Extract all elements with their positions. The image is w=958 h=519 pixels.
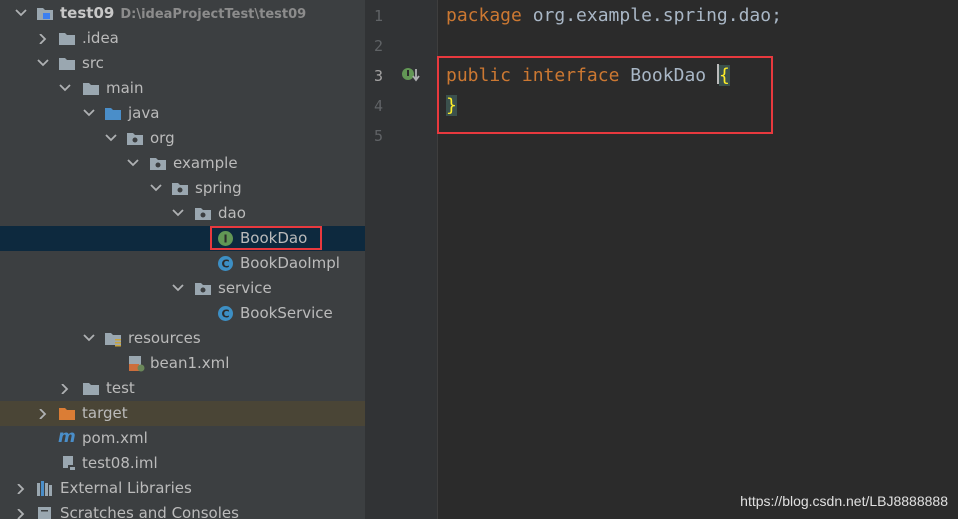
class-icon: C (217, 255, 235, 272)
folder-icon (58, 55, 76, 72)
tree-row-dao[interactable]: dao (0, 201, 365, 226)
tree-row-bookservice[interactable]: C BookService (0, 301, 365, 326)
package-icon (194, 280, 212, 297)
tree-row-test[interactable]: test (0, 376, 365, 401)
tree-label: BookDaoImpl (240, 254, 340, 272)
chevron-down-icon[interactable] (36, 51, 50, 76)
tree-label: .idea (82, 29, 119, 47)
tree-label: java (128, 104, 160, 122)
tree-label: service (218, 279, 272, 297)
chevron-down-icon[interactable] (104, 126, 118, 151)
chevron-down-icon[interactable] (58, 76, 72, 101)
tree-row-test09[interactable]: test09 D:\ideaProjectTest\test09 (0, 1, 365, 26)
folder-icon (82, 80, 100, 97)
libraries-icon (36, 480, 54, 497)
code-text: org.example.spring.dao; (521, 5, 782, 26)
watermark: https://blog.csdn.net/LBJ8888888 (740, 493, 948, 509)
package-icon (171, 180, 189, 197)
class-icon: C (217, 305, 235, 322)
chevron-down-icon[interactable] (82, 101, 96, 126)
tree-row-test08-iml[interactable]: test08.iml (0, 451, 365, 476)
tree-label: bean1.xml (150, 354, 230, 372)
tree-label: resources (128, 329, 201, 347)
chevron-right-icon[interactable] (36, 26, 50, 51)
tree-row-bean1-xml[interactable]: bean1.xml (0, 351, 365, 376)
tree-label: Scratches and Consoles (60, 504, 239, 519)
line-number: 2 (373, 37, 383, 55)
chevron-right-icon[interactable] (58, 376, 72, 401)
project-name: test09 D:\ideaProjectTest\test09 (60, 4, 307, 22)
tree-label: test08.iml (82, 454, 158, 472)
excluded-folder-icon (58, 405, 76, 422)
chevron-down-icon[interactable] (149, 176, 163, 201)
tree-label: External Libraries (60, 479, 192, 497)
code-editor[interactable]: 1 2 3 4 5 package org.example.spring.dao… (365, 0, 958, 519)
project-path: D:\ideaProjectTest\test09 (120, 7, 307, 22)
chevron-down-icon[interactable] (14, 1, 28, 26)
chevron-right-icon[interactable] (14, 476, 28, 501)
chevron-down-icon[interactable] (171, 201, 185, 226)
tree-row-resources[interactable]: resources (0, 326, 365, 351)
tree-row-example[interactable]: example (0, 151, 365, 176)
scratches-icon (36, 505, 54, 519)
highlight-box-bookdao (210, 226, 322, 250)
folder-icon (82, 380, 100, 397)
chevron-right-icon[interactable] (14, 501, 28, 519)
tree-row-external-libraries[interactable]: External Libraries (0, 476, 365, 501)
package-icon (149, 155, 167, 172)
chevron-right-icon[interactable] (36, 401, 50, 426)
highlight-box-code (437, 56, 773, 134)
tree-row-bookdaoimpl[interactable]: C BookDaoImpl (0, 251, 365, 276)
chevron-down-icon[interactable] (171, 276, 185, 301)
tree-row-spring[interactable]: spring (0, 176, 365, 201)
tree-row-target[interactable]: target (0, 401, 365, 426)
resources-folder-icon (104, 330, 122, 347)
package-icon (126, 130, 144, 147)
folder-icon (58, 30, 76, 47)
tree-label: org (150, 129, 175, 147)
project-panel: test09 D:\ideaProjectTest\test09 .idea sr… (0, 0, 365, 519)
line-number: 1 (373, 7, 383, 25)
source-folder-icon (104, 105, 122, 122)
chevron-down-icon[interactable] (126, 151, 140, 176)
module-folder-icon (36, 5, 54, 22)
tree-label: target (82, 404, 128, 422)
tree-row-pom-xml[interactable]: m pom.xml (0, 426, 365, 451)
tree-row-idea[interactable]: .idea (0, 26, 365, 51)
module-file-icon (60, 455, 78, 472)
line-number: 4 (373, 97, 383, 115)
tree-row-service[interactable]: service (0, 276, 365, 301)
class-badge-letter: C (221, 308, 229, 321)
chevron-down-icon[interactable] (82, 326, 96, 351)
tree-row-org[interactable]: org (0, 126, 365, 151)
tree-label: test (106, 379, 135, 397)
tree-label: spring (195, 179, 242, 197)
tree-label: pom.xml (82, 429, 148, 447)
tree-label: dao (218, 204, 246, 222)
editor-gutter: 1 2 3 4 5 (365, 0, 437, 519)
class-badge-letter: C (221, 258, 229, 271)
tree-row-java[interactable]: java (0, 101, 365, 126)
maven-icon: m (58, 427, 76, 447)
tree-row-main[interactable]: main (0, 76, 365, 101)
package-icon (194, 205, 212, 222)
tree-label: example (173, 154, 238, 172)
tree-label: BookService (240, 304, 333, 322)
keyword: package (446, 5, 522, 26)
xml-file-icon (127, 355, 145, 372)
line-number-current: 3 (373, 67, 383, 85)
code-line-1: package org.example.spring.dao; (446, 1, 782, 31)
line-number: 5 (373, 127, 383, 145)
tree-label: src (82, 54, 104, 72)
tree-row-src[interactable]: src (0, 51, 365, 76)
tree-label: main (106, 79, 144, 97)
tree-row-scratches[interactable]: Scratches and Consoles (0, 501, 365, 519)
implemented-marker-icon[interactable] (401, 66, 421, 84)
